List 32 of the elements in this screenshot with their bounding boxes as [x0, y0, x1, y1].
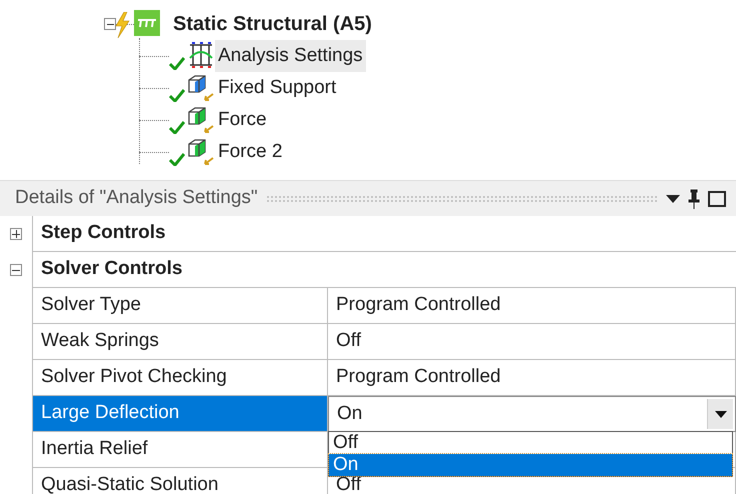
tree-item[interactable]: Fixed Support: [215, 72, 340, 104]
tree-item[interactable]: Force: [215, 104, 270, 136]
tree-item[interactable]: Analysis Settings: [215, 40, 366, 72]
expand-toggle[interactable]: [10, 228, 22, 240]
section-header[interactable]: Solver Controls: [32, 252, 736, 288]
property-name[interactable]: Weak Springs: [32, 324, 328, 360]
property-name[interactable]: Solver Type: [32, 288, 328, 324]
property-name[interactable]: Inertia Relief: [32, 432, 328, 468]
check-icon: [169, 88, 185, 102]
collapse-toggle[interactable]: [104, 18, 116, 30]
property-name[interactable]: Large Deflection: [32, 396, 328, 432]
property-value: Off: [336, 329, 361, 354]
property-value: Program Controlled: [336, 365, 501, 390]
dropdown-option[interactable]: Off: [329, 432, 732, 454]
property-value: Program Controlled: [336, 293, 501, 318]
pin-icon[interactable]: [688, 188, 700, 208]
analysis-icon: [134, 10, 160, 36]
section-header[interactable]: Step Controls: [32, 216, 736, 252]
property-value: Off: [336, 473, 361, 494]
expand-toggle[interactable]: [10, 264, 22, 276]
check-icon: [169, 120, 185, 134]
tree-root-label[interactable]: Static Structural (A5): [173, 9, 372, 39]
lightning-icon: [114, 12, 130, 38]
maximize-icon[interactable]: [708, 190, 726, 206]
panel-title: Details of "Analysis Settings": [15, 186, 258, 210]
dropdown-option[interactable]: On: [329, 454, 732, 476]
check-icon: [169, 152, 185, 166]
dropdown-icon[interactable]: [666, 194, 680, 202]
property-name[interactable]: Quasi-Static Solution: [32, 468, 328, 494]
beam-icon: [187, 42, 215, 68]
tree-item[interactable]: Force 2: [215, 136, 286, 168]
check-icon: [169, 56, 185, 70]
